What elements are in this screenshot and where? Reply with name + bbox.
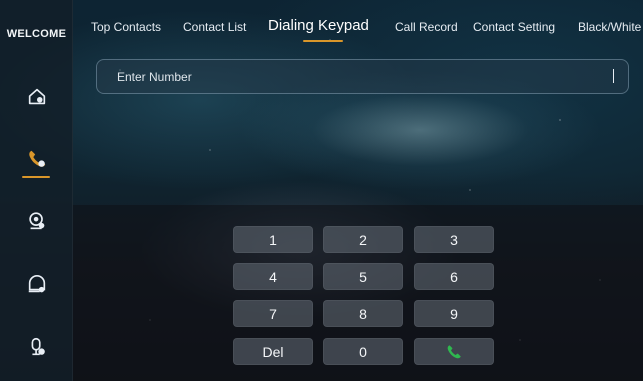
sidebar-item-phone[interactable]	[20, 142, 54, 176]
key-9[interactable]: 9	[414, 300, 494, 327]
tab-bar: Top Contacts Contact List Dialing Keypad…	[73, 0, 643, 50]
number-input[interactable]	[117, 60, 597, 93]
key-2[interactable]: 2	[323, 226, 403, 253]
sidebar-item-microphone[interactable]	[20, 330, 54, 364]
key-3[interactable]: 3	[414, 226, 494, 253]
welcome-label: WELCOME	[6, 28, 67, 40]
text-cursor	[613, 69, 614, 83]
tab-black-white[interactable]: Black/White	[578, 20, 641, 34]
key-7[interactable]: 7	[233, 300, 313, 327]
key-6[interactable]: 6	[414, 263, 494, 290]
key-5[interactable]: 5	[323, 263, 403, 290]
number-field[interactable]	[96, 59, 629, 94]
sidebar-item-home[interactable]	[20, 80, 54, 114]
key-1[interactable]: 1	[233, 226, 313, 253]
active-tab-indicator	[303, 40, 343, 42]
call-button[interactable]	[414, 338, 494, 365]
sidebar-active-indicator	[22, 176, 50, 178]
sidebar-item-camera[interactable]	[20, 204, 54, 238]
tab-dialing-keypad[interactable]: Dialing Keypad	[268, 17, 369, 34]
sidebar-item-message[interactable]	[20, 268, 54, 302]
delete-button[interactable]: Del	[233, 338, 313, 365]
home-icon	[28, 88, 46, 105]
phone-icon	[29, 150, 46, 167]
key-0[interactable]: 0	[323, 338, 403, 365]
tab-contact-list[interactable]: Contact List	[183, 20, 246, 34]
message-icon	[28, 275, 46, 293]
tab-contact-setting[interactable]: Contact Setting	[473, 20, 555, 34]
call-icon	[447, 344, 461, 358]
sidebar: WELCOME	[0, 0, 73, 381]
key-8[interactable]: 8	[323, 300, 403, 327]
tab-call-record[interactable]: Call Record	[395, 20, 458, 34]
microphone-icon	[31, 337, 45, 356]
camera-icon	[29, 212, 45, 230]
key-4[interactable]: 4	[233, 263, 313, 290]
tab-top-contacts[interactable]: Top Contacts	[91, 20, 161, 34]
